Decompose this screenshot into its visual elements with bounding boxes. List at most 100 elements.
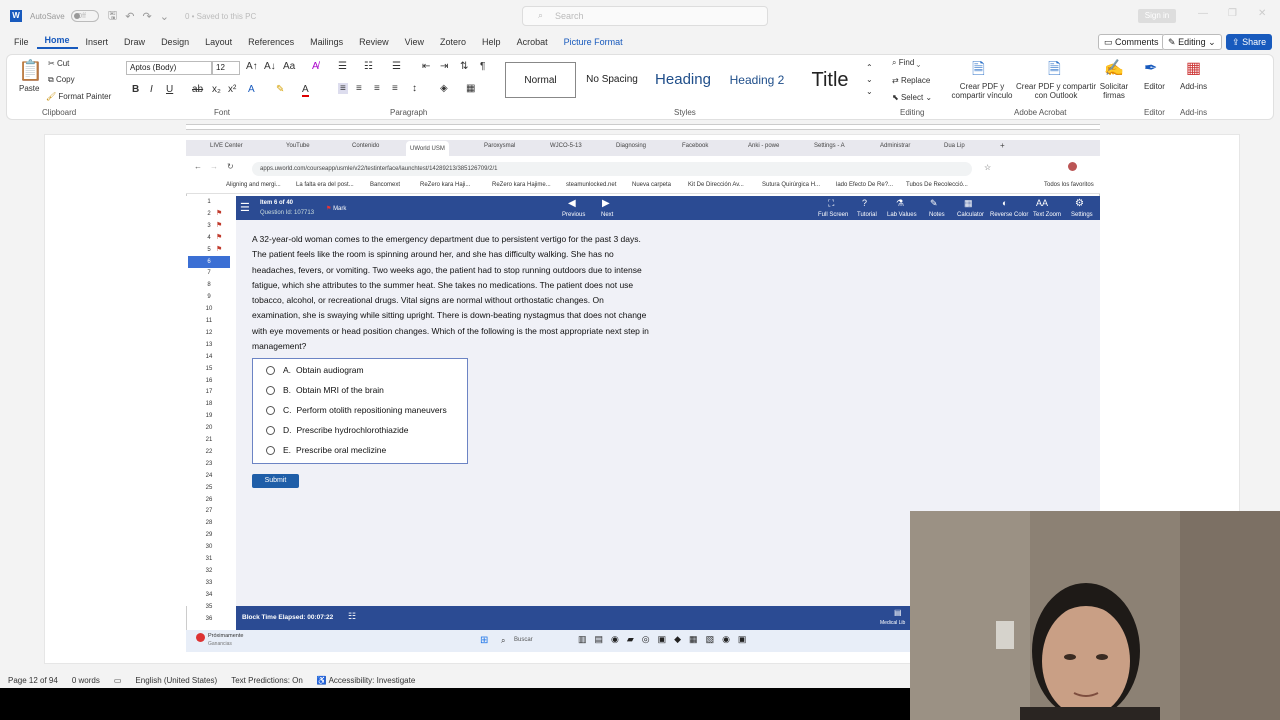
medical-library-icon[interactable]: ▤ (894, 608, 902, 617)
question-nav-item[interactable]: 8 (188, 279, 230, 291)
decrease-indent-icon[interactable]: ⇤ (422, 61, 430, 72)
tab-file[interactable]: File (6, 37, 37, 47)
share-button[interactable]: ⇪ Share (1226, 34, 1273, 50)
radio-button[interactable] (266, 445, 275, 455)
bookmark-item[interactable]: Nueva carpeta (632, 182, 671, 188)
line-spacing-icon[interactable]: ↕ (412, 83, 417, 94)
bullets-icon[interactable]: ☰ (338, 61, 347, 72)
bookmark-item[interactable]: Kit De Dirección Av... (688, 182, 744, 188)
lab-values-button[interactable]: Lab Values (887, 212, 917, 218)
increase-indent-icon[interactable]: ⇥ (440, 61, 448, 72)
tab-review[interactable]: Review (351, 37, 397, 47)
tutorial-button[interactable]: Tutorial (857, 212, 877, 218)
underline-icon[interactable]: U (166, 84, 173, 95)
text-effects-icon[interactable]: A (248, 84, 255, 95)
previous-icon[interactable]: ◀ (568, 198, 576, 209)
editing-mode-button[interactable]: ✎ Editing ⌄ (1162, 34, 1222, 50)
shrink-font-icon[interactable]: A↓ (264, 61, 276, 72)
question-nav-item[interactable]: 29 (188, 529, 230, 541)
question-nav-item[interactable]: 5 (188, 244, 230, 256)
question-nav-item[interactable]: 23 (188, 458, 230, 470)
autosave-toggle[interactable] (70, 10, 99, 22)
settings-button[interactable]: Settings (1071, 212, 1093, 218)
sort-icon[interactable]: ⇅ (460, 61, 468, 72)
feedback-icon[interactable]: ☷ (348, 611, 356, 622)
align-center-icon[interactable]: ≡ (356, 83, 362, 94)
signin-button[interactable]: Sign in (1138, 9, 1176, 23)
align-right-icon[interactable]: ≡ (374, 83, 380, 94)
style-normal[interactable]: Normal (505, 62, 576, 98)
reverse-color-icon[interactable]: ◐ (1002, 198, 1007, 208)
browser-tab-active[interactable]: UWorld USM (406, 141, 449, 156)
style-heading-2[interactable]: Heading 2 (722, 62, 792, 98)
pdf-outlook-icon[interactable]: 🗎 (1048, 58, 1061, 85)
tab-home[interactable]: Home (36, 35, 78, 49)
bookmark-item[interactable]: steamunlocked.net (566, 182, 616, 188)
calculator-button[interactable]: Calculator (957, 212, 984, 218)
word-count[interactable]: 0 words (72, 676, 100, 685)
text-predictions-status[interactable]: Text Predictions: On (231, 676, 303, 685)
bookmark-star-icon[interactable]: ☆ (984, 163, 991, 172)
radio-button[interactable] (266, 425, 275, 435)
answer-choice-d[interactable]: D. Prescribe hydrochlorothiazide (266, 425, 408, 435)
tab-view[interactable]: View (397, 37, 432, 47)
reverse-color-button[interactable]: Reverse Color (990, 212, 1028, 218)
browser-tab[interactable]: Anki - powe (748, 143, 779, 149)
superscript-icon[interactable]: x² (228, 84, 236, 95)
question-nav-item[interactable]: 9 (188, 291, 230, 303)
paste-button[interactable]: Paste (19, 84, 39, 93)
question-nav-item[interactable]: 2 (188, 208, 230, 220)
browser-tab[interactable]: Facebook (682, 143, 708, 149)
create-pdf-outlook-button[interactable]: Crear PDF y compartir con Outlook (1016, 82, 1096, 100)
style-heading[interactable]: Heading (648, 62, 718, 98)
tab-layout[interactable]: Layout (197, 37, 240, 47)
question-nav-item[interactable]: 21 (188, 434, 230, 446)
question-nav-item[interactable]: 25 (188, 482, 230, 494)
paste-icon[interactable]: 📋 (18, 58, 43, 83)
question-nav-item[interactable]: 24 (188, 470, 230, 482)
find-button[interactable]: ⌕ Find ⌄ (892, 58, 920, 68)
close-icon[interactable]: ✕ (1258, 8, 1266, 19)
addins-button[interactable]: Add-ins (1180, 82, 1207, 91)
back-icon[interactable]: ← (194, 162, 202, 171)
taskbar-app-icons[interactable]: ▥▤◉▰◎▣◆▦▧◉▣ (578, 634, 754, 645)
question-nav-item[interactable]: 34 (188, 589, 230, 601)
question-nav-item[interactable]: 31 (188, 553, 230, 565)
text-zoom-button[interactable]: Text Zoom (1033, 212, 1061, 218)
request-signatures-button[interactable]: Solicitar firmas (1096, 82, 1132, 100)
windows-start-icon[interactable]: ⊞ (480, 635, 488, 646)
question-nav-item[interactable]: 6 (188, 255, 230, 268)
undo-icon[interactable]: ↶ (125, 10, 134, 23)
page-count[interactable]: Page 12 of 94 (8, 676, 58, 685)
style-title[interactable]: Title (800, 62, 860, 98)
question-nav-item[interactable]: 16 (188, 375, 230, 387)
request-signatures-icon[interactable]: ✍ (1104, 58, 1124, 78)
bookmark-item[interactable]: Bancomext (370, 182, 400, 188)
bookmark-item[interactable]: ReZero kara Hajime... (492, 182, 551, 188)
customize-icon[interactable]: ⌄ (160, 10, 169, 23)
notes-icon[interactable]: ✎ (930, 198, 938, 209)
tab-draw[interactable]: Draw (116, 37, 153, 47)
browser-tab[interactable]: Dua Lip (944, 143, 965, 149)
question-nav-item[interactable]: 10 (188, 303, 230, 315)
strikethrough-icon[interactable]: ab (192, 84, 203, 95)
question-nav-item[interactable]: 3 (188, 220, 230, 232)
styles-scroll-icon[interactable]: ⌃ ⌄ ⌄ (866, 62, 873, 98)
numbering-icon[interactable]: ☷ (364, 61, 373, 72)
tab-insert[interactable]: Insert (78, 37, 117, 47)
new-tab-icon[interactable]: + (1000, 141, 1005, 150)
copy-button[interactable]: ⧉ Copy (48, 75, 75, 85)
submit-button[interactable]: Submit (252, 474, 299, 488)
format-painter-button[interactable]: 🖌 Format Painter (46, 92, 111, 101)
borders-icon[interactable]: ▦ (466, 83, 475, 94)
taskbar-search-icon[interactable]: ⌕ (501, 636, 505, 646)
create-pdf-link-button[interactable]: Crear PDF y compartir vínculo (950, 82, 1014, 100)
show-marks-icon[interactable]: ¶ (480, 61, 485, 72)
radio-button[interactable] (266, 365, 275, 375)
select-button[interactable]: ⬉ Select ⌄ (892, 93, 932, 102)
multilevel-list-icon[interactable]: ☰ (392, 61, 401, 72)
question-nav-item[interactable]: 7 (188, 267, 230, 279)
italic-icon[interactable]: I (150, 84, 153, 95)
font-family-select[interactable]: Aptos (Body) (126, 61, 212, 75)
bookmark-item[interactable]: Tubos De Recolecció... (906, 182, 968, 188)
